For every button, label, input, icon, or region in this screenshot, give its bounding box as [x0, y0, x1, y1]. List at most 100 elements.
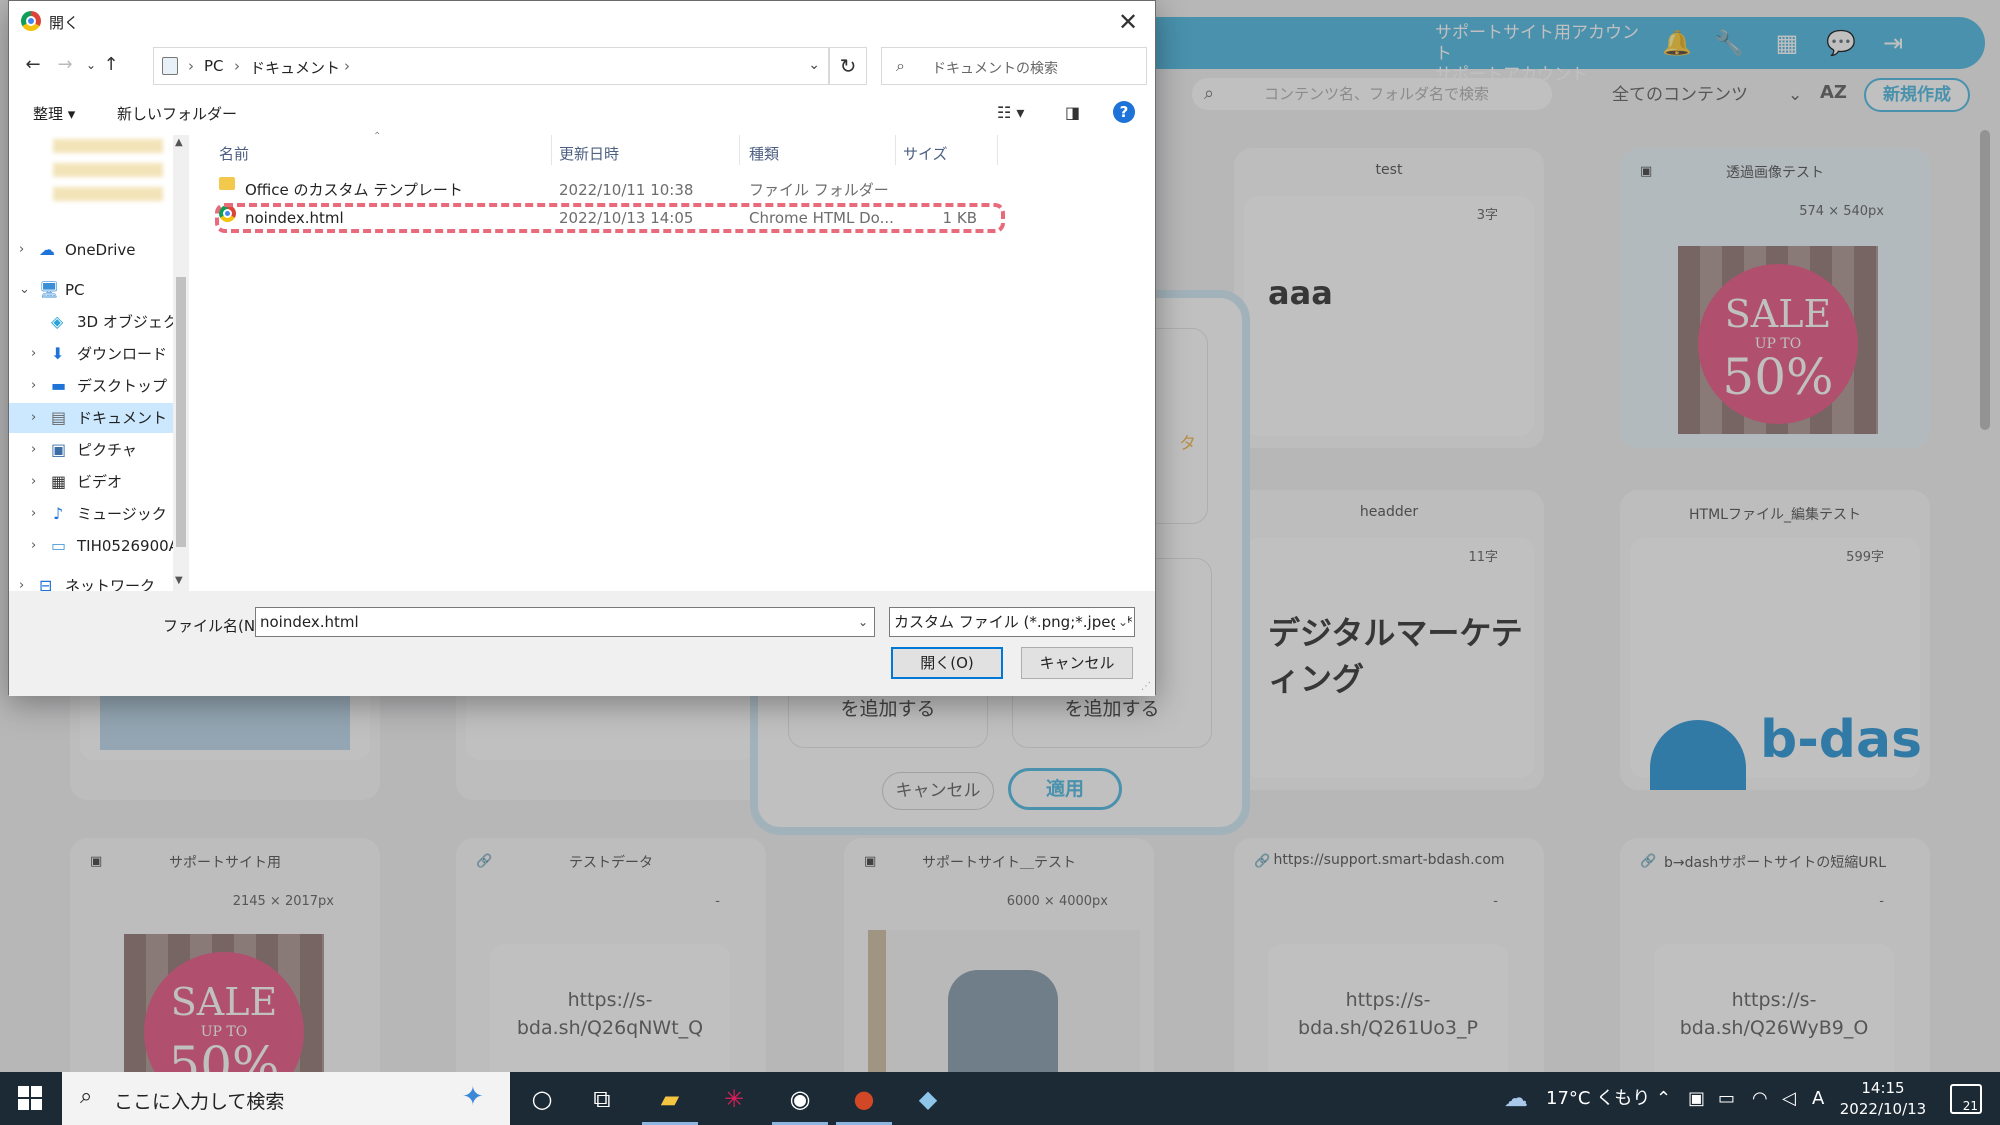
powerpoint-icon[interactable]: ● [836, 1080, 892, 1125]
app-icon[interactable]: ◆ [906, 1080, 950, 1118]
pc-icon: 🖥 [39, 280, 60, 299]
task-view-icon[interactable]: ⧉ [580, 1080, 624, 1118]
search-icon: ⌕ [80, 1084, 93, 1109]
clock-date: 2022/10/13 [1839, 1100, 1927, 1118]
drive-icon: ▭ [51, 536, 67, 555]
column-divider[interactable] [895, 135, 896, 165]
file-row-folder[interactable]: Office のカスタム テンプレート 2022/10/11 10:38 ファイ… [211, 177, 1001, 203]
expand-chevron-icon: › [31, 474, 37, 489]
nav-label: ネットワーク [65, 577, 156, 591]
slack-icon[interactable]: ✳ [712, 1080, 756, 1118]
scroll-down-icon[interactable]: ▼ [175, 575, 183, 586]
dialog-titlebar[interactable]: 開く ✕ [9, 1, 1155, 43]
nav-label: デスクトップ [77, 377, 168, 395]
file-date: 2022/10/11 10:38 [559, 181, 694, 199]
forward-arrow-icon[interactable]: → [51, 51, 79, 79]
nav-item-documents[interactable]: › ▤ ドキュメント [9, 403, 173, 433]
tray-icon[interactable]: ▣ [1688, 1072, 1705, 1125]
scroll-up-icon[interactable]: ▲ [175, 137, 183, 148]
nav-label: TIH0526900A [77, 537, 173, 555]
open-button[interactable]: 開く(O) [891, 647, 1003, 679]
cancel-button[interactable]: キャンセル [1021, 647, 1133, 679]
chrome-icon [21, 11, 41, 31]
nav-item-3d-objects[interactable]: ◈ 3D オブジェクト [9, 307, 173, 337]
nav-item-pc[interactable]: ⌄ 🖥 PC [9, 275, 173, 305]
view-options-icon[interactable]: ☷ ▾ [997, 103, 1024, 122]
breadcrumb-documents[interactable]: ドキュメント [250, 57, 340, 78]
column-divider[interactable] [739, 135, 740, 165]
search-highlight-icon: ✦ [462, 1082, 484, 1112]
close-button[interactable]: ✕ [1111, 5, 1145, 39]
weather-text[interactable]: 17°C くもり [1546, 1072, 1650, 1125]
nav-item-downloads[interactable]: › ⬇ ダウンロード [9, 339, 173, 369]
nav-item-network[interactable]: › ⊟ ネットワーク [9, 571, 173, 591]
up-arrow-icon[interactable]: ↑ [97, 51, 125, 79]
filetype-value: カスタム ファイル (*.png;*.jpeg;*.jpg [894, 613, 1135, 631]
navigation-pane: › ☁ OneDrive ⌄ 🖥 PC ◈ 3D オブジェクト › ⬇ ダウンロード › ▬ デス… [9, 135, 183, 591]
folder-search-input[interactable]: ⌕ ドキュメントの検索 [881, 47, 1147, 85]
tray-chevron-icon[interactable]: ⌃ [1656, 1072, 1671, 1125]
weather-icon[interactable]: ☁ [1504, 1072, 1528, 1125]
clock[interactable]: 14:15 2022/10/13 [1818, 1078, 1948, 1120]
search-icon: ⌕ [896, 56, 905, 75]
column-header-size[interactable]: サイズ [903, 143, 948, 164]
nav-label: ミュージック [77, 505, 167, 523]
organize-button[interactable]: 整理 ▾ [33, 103, 75, 124]
highlight-annotation [215, 203, 1005, 233]
file-open-dialog: 開く ✕ ← → ⌄ ↑ › PC › ドキュメント › ⌄ ↻ ⌕ ドキュメン… [8, 0, 1156, 696]
document-folder-icon [162, 57, 178, 75]
video-icon: ▦ [51, 472, 67, 491]
nav-item-pictures[interactable]: › ▣ ピクチャ [9, 435, 173, 465]
clock-time: 14:15 [1861, 1079, 1905, 1097]
nav-item-desktop[interactable]: › ▬ デスクトップ [9, 371, 173, 401]
nav-label: ビデオ [77, 473, 123, 491]
nav-scrollbar-thumb[interactable] [176, 277, 186, 547]
address-bar[interactable]: › PC › ドキュメント › ⌄ [153, 47, 829, 85]
resize-grip-icon[interactable]: ⋰ [1141, 681, 1151, 692]
battery-icon[interactable]: ▭ [1718, 1072, 1735, 1125]
sort-indicator-icon: ⌃ [373, 131, 382, 142]
navigation-row: ← → ⌄ ↑ › PC › ドキュメント › ⌄ ↻ ⌕ ドキュメントの検索 [9, 45, 1155, 87]
volume-icon[interactable]: ◁ [1782, 1072, 1796, 1125]
windows-start-icon[interactable] [18, 1086, 42, 1110]
column-header-date[interactable]: 更新日時 [559, 143, 619, 164]
search-placeholder: ドキュメントの検索 [932, 61, 1058, 77]
filename-input[interactable]: noindex.html ⌄ [255, 607, 875, 637]
folder-icon [219, 177, 235, 190]
filetype-select[interactable]: カスタム ファイル (*.png;*.jpeg;*.jpg ⌄ [889, 607, 1135, 637]
taskbar: ⌕ ここに入力して検索 ✦ ○ ⧉ ▰ ✳ ◉ ● ◆ ☁ 17°C くもり ⌃… [0, 1072, 2000, 1125]
help-icon[interactable]: ? [1113, 101, 1135, 123]
column-divider[interactable] [997, 135, 998, 165]
nav-label: ピクチャ [77, 441, 137, 459]
refresh-icon[interactable]: ↻ [829, 47, 867, 85]
address-dropdown-icon[interactable]: ⌄ [808, 57, 820, 73]
nav-item-onedrive[interactable]: › ☁ OneDrive [9, 235, 173, 265]
expand-chevron-icon: › [31, 346, 37, 361]
back-arrow-icon[interactable]: ← [19, 51, 47, 79]
cortana-icon[interactable]: ○ [520, 1080, 564, 1118]
blurred-item [53, 163, 163, 177]
file-explorer-icon[interactable]: ▰ [642, 1080, 698, 1125]
start-tile [18, 1099, 29, 1110]
nav-scrollbar[interactable]: ▲ ▼ [173, 135, 189, 591]
preview-pane-icon[interactable]: ◨ [1065, 103, 1080, 122]
filename-value: noindex.html [260, 613, 359, 631]
column-divider[interactable] [551, 135, 552, 165]
nav-item-drive[interactable]: › ▭ TIH0526900A [9, 531, 173, 561]
nav-label: ドキュメント [77, 409, 168, 427]
wifi-icon[interactable]: ◠ [1752, 1072, 1768, 1125]
column-header-name[interactable]: 名前 [219, 143, 249, 164]
nav-item-videos[interactable]: › ▦ ビデオ [9, 467, 173, 497]
chevron-down-icon[interactable]: ⌄ [858, 608, 868, 636]
column-header-type[interactable]: 種類 [749, 143, 779, 164]
taskbar-search[interactable]: ⌕ ここに入力して検索 ✦ [62, 1072, 510, 1125]
nav-item-music[interactable]: › ♪ ミュージック [9, 499, 173, 529]
breadcrumb-pc[interactable]: PC [204, 57, 224, 75]
start-tile [18, 1086, 29, 1097]
new-folder-button[interactable]: 新しいフォルダー [117, 103, 237, 124]
expand-chevron-icon: › [19, 578, 25, 591]
blurred-item [53, 187, 163, 201]
notification-icon[interactable]: 21 [1950, 1084, 1982, 1114]
start-tile [31, 1086, 42, 1097]
chrome-taskbar-icon[interactable]: ◉ [772, 1080, 828, 1125]
